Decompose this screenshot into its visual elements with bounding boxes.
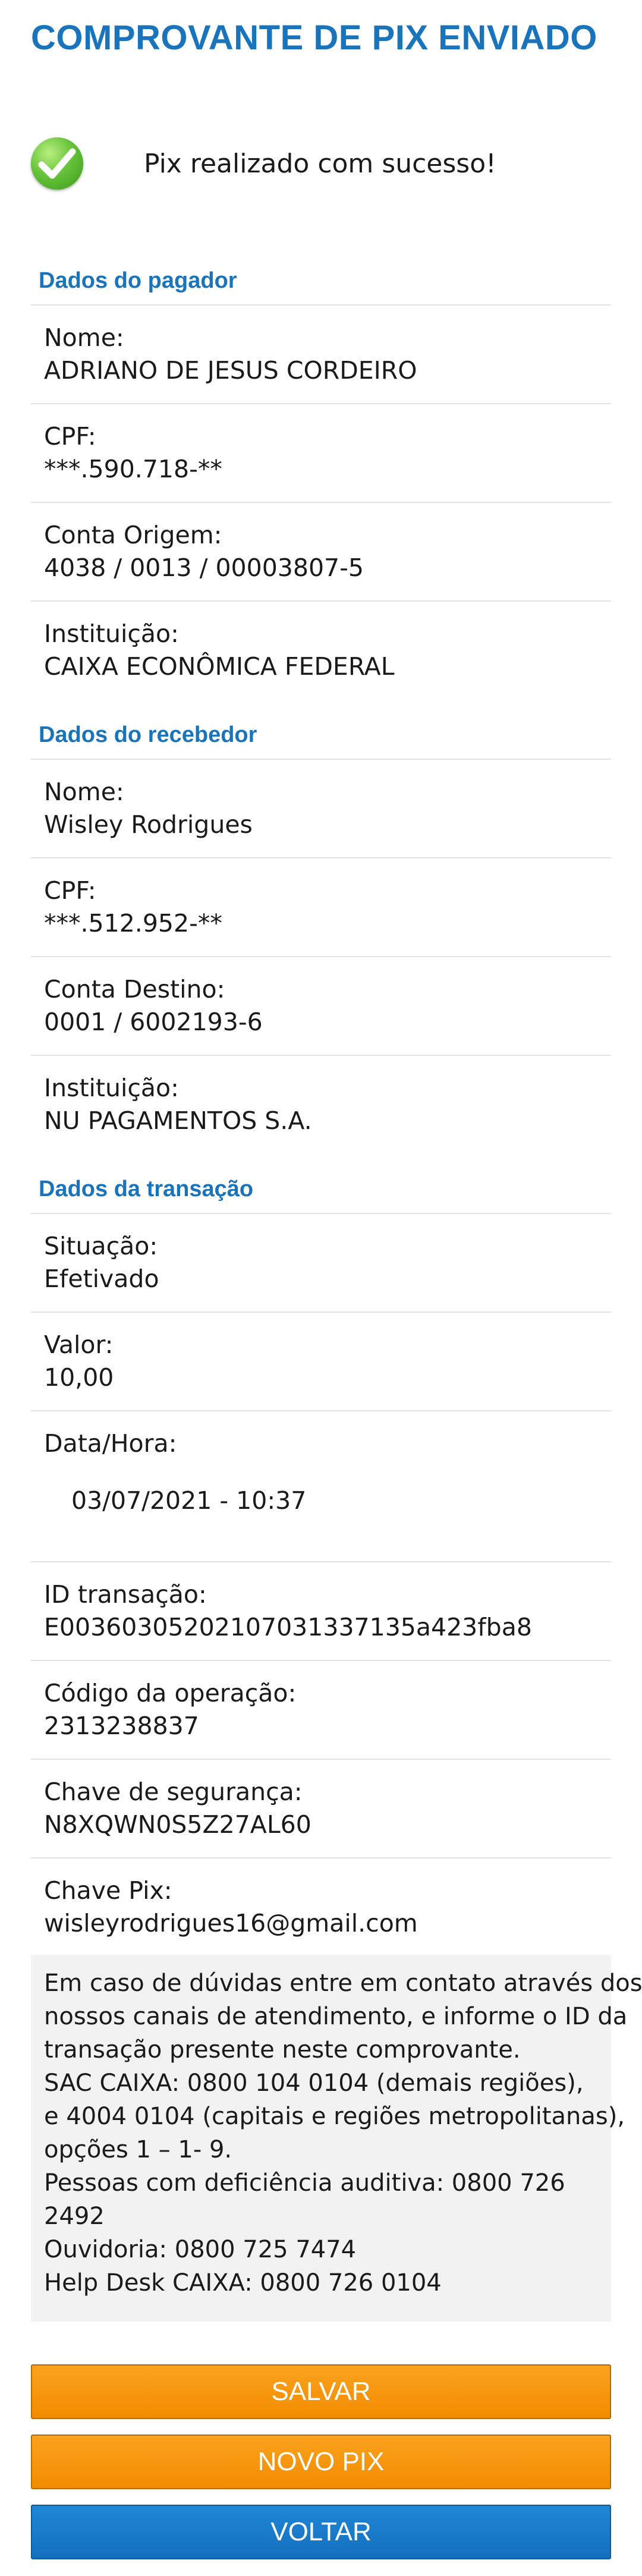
field-label: CPF:: [44, 876, 96, 905]
field-receiver-account: Conta Destino: 0001 / 6002193-6: [31, 956, 611, 1055]
field-receiver-institution: Instituição: NU PAGAMENTOS S.A.: [31, 1055, 611, 1153]
field-label: CPF:: [44, 422, 96, 451]
field-value: Wisley Rodrigues: [44, 810, 253, 839]
section-title-payer: Dados do pagador: [39, 268, 237, 293]
info-line: Em caso de dúvidas entre em contato atra…: [44, 1970, 642, 1997]
field-transaction-id: ID transação: E00360305202107031337135a4…: [31, 1561, 611, 1660]
field-operation-code: Código da operação: 2313238837: [31, 1660, 611, 1759]
check-circle-icon: [31, 137, 83, 190]
field-label: Situação:: [44, 1232, 158, 1260]
info-line: nossos canais de atendimento, e informe …: [44, 2003, 628, 2030]
field-label: Valor:: [44, 1331, 114, 1359]
field-value: E00360305202107031337135a423fba8: [44, 1613, 532, 1641]
field-value: NU PAGAMENTOS S.A.: [44, 1106, 312, 1135]
section-title-transaction: Dados da transação: [39, 1177, 254, 1201]
info-line: Ouvidoria: 0800 725 7474: [44, 2236, 357, 2263]
field-payer-account: Conta Origem: 4038 / 0013 / 00003807-5: [31, 502, 611, 600]
field-label: Data/Hora:: [44, 1429, 177, 1458]
section-title-receiver: Dados do recebedor: [39, 722, 257, 747]
field-value: wisleyrodrigues16@gmail.com: [44, 1909, 418, 1937]
field-value: ***.590.718-**: [44, 455, 222, 483]
field-amount: Valor: 10,00: [31, 1311, 611, 1410]
info-line: transação presente neste comprovante.: [44, 2036, 521, 2064]
field-pix-key: Chave Pix: wisleyrodrigues16@gmail.com: [31, 1857, 611, 1955]
field-value: 10,00: [44, 1363, 114, 1392]
field-value: 03/07/2021 - 10:37: [71, 1486, 307, 1515]
field-label: Instituição:: [44, 619, 179, 648]
field-value: Efetivado: [44, 1265, 159, 1293]
info-line: Pessoas com deficiência auditiva: 0800 7…: [44, 2169, 565, 2197]
field-label: Nome:: [44, 778, 124, 806]
back-button[interactable]: VOLTAR: [31, 2505, 611, 2559]
info-line: SAC CAIXA: 0800 104 0104 (demais regiões…: [44, 2069, 584, 2097]
field-label: Nome:: [44, 323, 124, 352]
field-label: Código da operação:: [44, 1679, 297, 1707]
help-info-box: Em caso de dúvidas entre em contato atra…: [31, 1955, 642, 2322]
field-value: 4038 / 0013 / 00003807-5: [44, 553, 364, 582]
field-payer-institution: Instituição: CAIXA ECONÔMICA FEDERAL: [31, 600, 611, 699]
field-label: Conta Destino:: [44, 975, 225, 1004]
info-line: opções 1 – 1- 9.: [44, 2136, 232, 2163]
field-value: CAIXA ECONÔMICA FEDERAL: [44, 652, 395, 681]
field-value: 2313238837: [44, 1712, 199, 1740]
info-line: Help Desk CAIXA: 0800 726 0104: [44, 2269, 442, 2297]
field-value: ADRIANO DE JESUS CORDEIRO: [44, 356, 417, 385]
field-value: ***.512.952-**: [44, 909, 222, 938]
field-payer-name: Nome: ADRIANO DE JESUS CORDEIRO: [31, 304, 611, 403]
field-receiver-cpf: CPF: ***.512.952-**: [31, 857, 611, 956]
page-title: COMPROVANTE DE PIX ENVIADO: [31, 18, 597, 57]
new-pix-button[interactable]: NOVO PIX: [31, 2435, 611, 2489]
field-security-key: Chave de segurança: N8XQWN0S5Z27AL60: [31, 1759, 611, 1857]
field-label: Chave de segurança:: [44, 1778, 303, 1806]
field-receiver-name: Nome: Wisley Rodrigues: [31, 759, 611, 857]
field-value: 0001 / 6002193-6: [44, 1008, 263, 1036]
field-label: Chave Pix:: [44, 1876, 172, 1905]
info-line: e 4004 0104 (capitais e regiões metropol…: [44, 2103, 625, 2130]
success-text: Pix realizado com sucesso!: [144, 149, 496, 179]
info-line: 2492: [44, 2203, 105, 2230]
success-message: Pix realizado com sucesso!: [31, 134, 613, 194]
field-label: Instituição:: [44, 1074, 179, 1102]
field-value: N8XQWN0S5Z27AL60: [44, 1810, 311, 1839]
field-status: Situação: Efetivado: [31, 1213, 611, 1311]
field-payer-cpf: CPF: ***.590.718-**: [31, 403, 611, 502]
field-datetime: Data/Hora: 03/07/2021 - 10:37: [31, 1410, 611, 1561]
save-button[interactable]: SALVAR: [31, 2364, 611, 2419]
field-label: Conta Origem:: [44, 521, 222, 549]
field-label: ID transação:: [44, 1580, 207, 1609]
